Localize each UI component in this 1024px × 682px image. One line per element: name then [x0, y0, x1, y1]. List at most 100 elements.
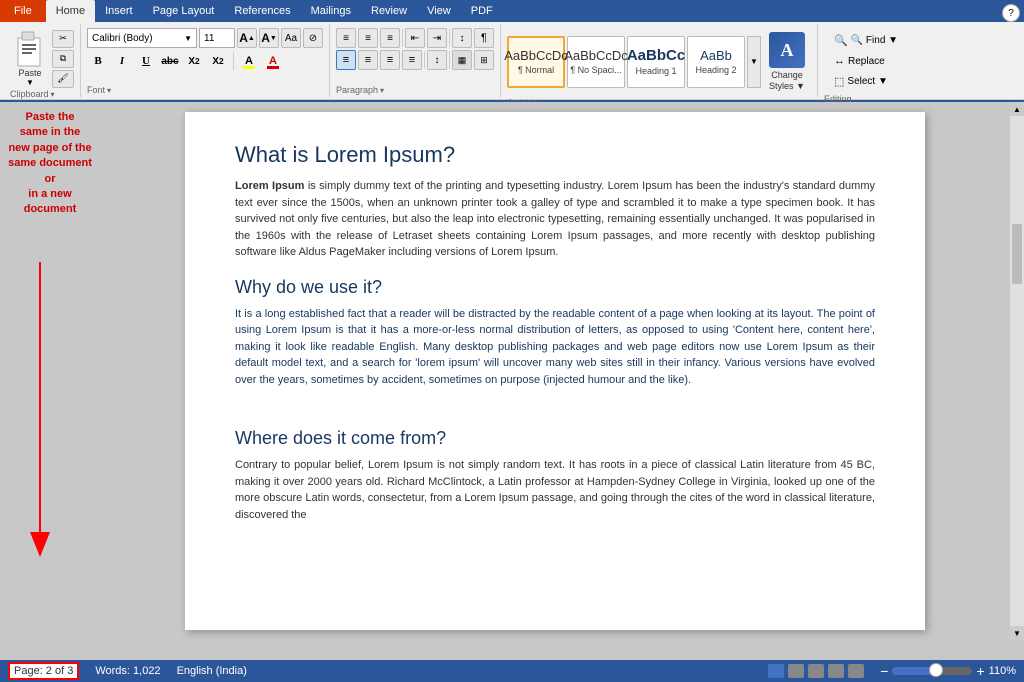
document-heading2: Why do we use it?: [235, 277, 875, 298]
numbering-button[interactable]: ≡: [358, 28, 378, 48]
para1-bold: Lorem Ipsum: [235, 180, 304, 192]
align-center-button[interactable]: ≡: [358, 50, 378, 70]
border-button[interactable]: ⊞: [474, 50, 494, 70]
zoom-thumb[interactable]: [929, 663, 943, 677]
font-shrink-button[interactable]: A▼: [259, 28, 279, 48]
annotation-text: Paste the same in the new page of the sa…: [8, 110, 92, 218]
tab-references[interactable]: References: [224, 0, 300, 22]
align-left-button[interactable]: ≡: [336, 50, 356, 70]
multilevel-list-button[interactable]: ≡: [380, 28, 400, 48]
replace-button[interactable]: ↔ Replace: [830, 53, 902, 69]
language-indicator: English (India): [177, 665, 247, 677]
tab-review[interactable]: Review: [361, 0, 417, 22]
word-count: Words: 1,022: [95, 665, 160, 677]
show-hide-button[interactable]: ¶: [474, 28, 494, 48]
scrollbar-track[interactable]: ▲ ▼: [1010, 102, 1024, 640]
bullets-button[interactable]: ≡: [336, 28, 356, 48]
spacer: [235, 388, 875, 412]
clipboard-group: Paste ▼ ✂ ⧉ 🖌 Clipboard ▾: [4, 24, 81, 97]
change-styles-icon: A: [769, 32, 805, 68]
print-layout-button[interactable]: [768, 664, 784, 678]
annotation-arrow: [20, 262, 80, 562]
decrease-indent-button[interactable]: ⇤: [405, 28, 425, 48]
shading-button[interactable]: ▦: [452, 50, 472, 70]
tab-page-layout[interactable]: Page Layout: [143, 0, 225, 22]
paragraph-group: ≡ ≡ ≡ ⇤ ⇥ ↕ ¶ ≡ ≡ ≡ ≡ ↕ ▦ ⊞: [330, 24, 501, 97]
clipboard-small-buttons: ✂ ⧉ 🖌: [52, 30, 74, 88]
change-styles-button[interactable]: A ChangeStyles ▼: [763, 28, 811, 96]
scroll-up-button[interactable]: ▲: [1010, 102, 1024, 116]
styles-group: AaBbCcDc ¶ Normal AaBbCcDc ¶ No Spaci...…: [501, 24, 818, 97]
document-heading1: What is Lorem Ipsum?: [235, 142, 875, 168]
web-layout-button[interactable]: [808, 664, 824, 678]
strikethrough-button[interactable]: abc: [159, 50, 181, 72]
document-container: What is Lorem Ipsum? Lorem Ipsum is simp…: [100, 102, 1010, 640]
tab-insert[interactable]: Insert: [95, 0, 143, 22]
main-area: Paste the same in the new page of the sa…: [0, 102, 1024, 640]
styles-scroll-button[interactable]: ▼: [747, 36, 761, 88]
divider4: [449, 51, 450, 69]
format-painter-button[interactable]: 🖌: [52, 70, 74, 88]
paste-icon: [14, 30, 46, 68]
copy-button[interactable]: ⧉: [52, 50, 74, 68]
clipboard-label: Clipboard ▾: [10, 89, 74, 99]
draft-view-button[interactable]: [848, 664, 864, 678]
style-heading1[interactable]: AaBbCc Heading 1: [627, 36, 685, 88]
italic-button[interactable]: I: [111, 50, 133, 72]
superscript-button[interactable]: X2: [207, 50, 229, 72]
text-highlight-button[interactable]: A: [238, 50, 260, 72]
justify-button[interactable]: ≡: [402, 50, 422, 70]
tab-home[interactable]: Home: [46, 0, 95, 22]
help-button[interactable]: ?: [1002, 4, 1020, 22]
divider: [233, 52, 234, 70]
style-no-spacing[interactable]: AaBbCcDc ¶ No Spaci...: [567, 36, 625, 88]
find-button[interactable]: 🔍 🔍 Find ▼: [830, 32, 902, 49]
divider: [402, 29, 403, 47]
zoom-out-button[interactable]: −: [880, 663, 888, 679]
document-para2: It is a long established fact that a rea…: [235, 306, 875, 389]
change-styles-label: ChangeStyles ▼: [769, 70, 805, 92]
document-heading3: Where does it come from?: [235, 428, 875, 449]
zoom-in-button[interactable]: +: [976, 663, 984, 679]
tab-mailings[interactable]: Mailings: [301, 0, 361, 22]
status-bar: Page: 2 of 3 Words: 1,022 English (India…: [0, 660, 1024, 682]
style-normal[interactable]: AaBbCcDc ¶ Normal: [507, 36, 565, 88]
full-reading-button[interactable]: [788, 664, 804, 678]
increase-indent-button[interactable]: ⇥: [427, 28, 447, 48]
view-buttons: [768, 664, 864, 678]
line-spacing-button[interactable]: ↕: [427, 50, 447, 70]
font-name-selector[interactable]: Calibri (Body) ▼: [87, 28, 197, 48]
document-para1: Lorem Ipsum is simply dummy text of the …: [235, 178, 875, 261]
bold-button[interactable]: B: [87, 50, 109, 72]
align-right-button[interactable]: ≡: [380, 50, 400, 70]
font-color-button[interactable]: A: [262, 50, 284, 72]
outline-view-button[interactable]: [828, 664, 844, 678]
page-indicator: Page: 2 of 3: [8, 662, 79, 680]
select-button[interactable]: ⬚ Select ▼: [830, 73, 902, 90]
font-grow-button[interactable]: A▲: [237, 28, 257, 48]
sort-button[interactable]: ↕: [452, 28, 472, 48]
style-heading2[interactable]: AaBb Heading 2: [687, 36, 745, 88]
document-para3: Contrary to popular belief, Lorem Ipsum …: [235, 457, 875, 523]
scrollbar-area: ▲ ▼: [1010, 102, 1024, 640]
para1-text: is simply dummy text of the printing and…: [235, 180, 875, 258]
scrollbar-thumb[interactable]: [1012, 224, 1022, 284]
paste-button[interactable]: Paste ▼: [10, 28, 50, 89]
subscript-button[interactable]: X2: [183, 50, 205, 72]
underline-button[interactable]: U: [135, 50, 157, 72]
clear-formatting-button[interactable]: ⊘: [303, 28, 323, 48]
change-case-button[interactable]: Aa: [281, 28, 301, 48]
ribbon: Paste ▼ ✂ ⧉ 🖌 Clipboard ▾ Calibri (Body)…: [0, 22, 1024, 100]
tab-view[interactable]: View: [417, 0, 461, 22]
editing-group: 🔍 🔍 Find ▼ ↔ Replace ⬚ Select ▼ Editing: [818, 24, 914, 97]
divider3: [424, 51, 425, 69]
zoom-level: 110%: [989, 665, 1016, 677]
tab-pdf[interactable]: PDF: [461, 0, 503, 22]
font-group: Calibri (Body) ▼ 11 A▲ A▼ Aa ⊘ B I U abc…: [81, 24, 330, 97]
zoom-control: − + 110%: [880, 663, 1016, 679]
scroll-down-button[interactable]: ▼: [1010, 626, 1024, 640]
cut-button[interactable]: ✂: [52, 30, 74, 48]
font-size-selector[interactable]: 11: [199, 28, 235, 48]
tab-file[interactable]: File: [0, 0, 46, 22]
zoom-slider[interactable]: [892, 667, 972, 675]
